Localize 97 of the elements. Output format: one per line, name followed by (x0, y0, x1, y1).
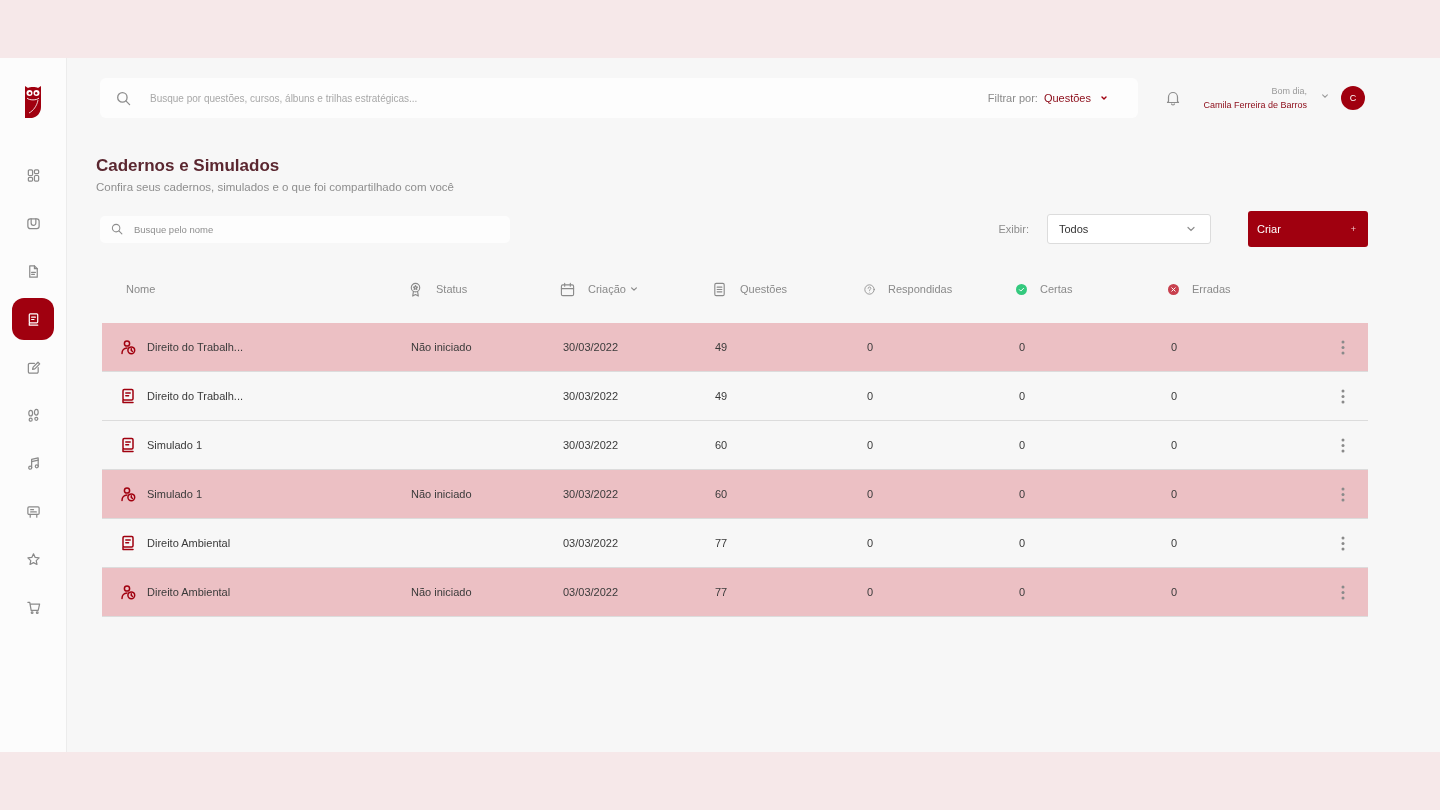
creation-date: 30/03/2022 (563, 439, 619, 451)
correct-count: 0 (1019, 488, 1026, 500)
more-icon[interactable] (1341, 437, 1345, 453)
question-count: 60 (715, 488, 728, 500)
search-icon (116, 90, 131, 106)
creation-date: 30/03/2022 (563, 390, 619, 402)
search-field[interactable]: Busque por questões, cursos, álbuns e trilhas estratégicas... (150, 88, 988, 108)
name-search-bar[interactable]: Busque pelo nome (100, 215, 510, 243)
notebook-name: Direito do Trabalh... (147, 341, 243, 353)
user-name: Camila Ferreira de Barros (1203, 100, 1307, 110)
cart-icon (25, 599, 41, 615)
correct-count: 0 (1019, 341, 1026, 353)
creation-date: 30/03/2022 (563, 341, 619, 353)
creation-date: 03/03/2022 (563, 586, 619, 598)
answered-count: 0 (867, 390, 874, 402)
more-icon[interactable] (1341, 486, 1345, 502)
book-icon (120, 535, 136, 551)
more-icon[interactable] (1341, 584, 1345, 600)
create-button[interactable]: Criar + (1248, 211, 1368, 247)
correct-count: 0 (1019, 537, 1026, 549)
x-circle-icon (1168, 283, 1179, 295)
status-text: Não iniciado (411, 488, 472, 500)
chalkboard-icon (25, 503, 41, 519)
avatar[interactable]: C (1341, 86, 1365, 110)
answered-count: 0 (867, 341, 874, 353)
search-bar[interactable]: Busque por questões, cursos, álbuns e trilhas estratégicas... Filtrar por: Questões (100, 78, 1138, 118)
page-title: Cadernos e Simulados (96, 155, 280, 177)
table-row[interactable]: Direito Ambiental Não iniciado 03/03/2022 77 0 0 0 (102, 568, 1368, 617)
correct-count: 0 (1019, 390, 1026, 402)
status-text: Não iniciado (411, 586, 472, 598)
question-count: 60 (715, 439, 728, 451)
chevron-down-icon (1186, 224, 1196, 234)
music-note-icon (25, 455, 41, 471)
table-row[interactable]: Simulado 1 Não iniciado 30/03/2022 60 0 0 0 (102, 470, 1368, 519)
calendar-icon (560, 281, 575, 297)
column-header: Respondidas (888, 283, 953, 295)
filter-dropdown[interactable]: Questões (1043, 92, 1108, 104)
notebook-name: Simulado 1 (147, 488, 203, 500)
table-row[interactable]: Direito do Trabalh... 30/03/2022 49 0 0 0 (102, 372, 1368, 421)
notebook-name: Direito do Trabalh... (147, 390, 243, 402)
question-count: 49 (715, 390, 728, 402)
page-subtitle: Confira seus cadernos, simulados e o que foi compartilhado com você (96, 180, 454, 195)
wrong-count: 0 (1171, 537, 1178, 549)
wrong-count: 0 (1171, 488, 1178, 500)
status-text: Não iniciado (411, 341, 472, 353)
star-icon (25, 551, 41, 567)
notebook-name: Simulado 1 (147, 439, 203, 451)
name-search-field[interactable]: Busque pelo nome (134, 221, 510, 237)
creation-date: 30/03/2022 (563, 488, 619, 500)
correct-count: 0 (1019, 439, 1026, 451)
notebook-name: Direito Ambiental (147, 537, 231, 549)
user-clock-icon (120, 584, 136, 600)
question-icon (864, 283, 875, 295)
filter-label: Filtrar por: (987, 92, 1038, 104)
answered-count: 0 (867, 537, 874, 549)
question-count: 49 (715, 341, 728, 353)
more-icon[interactable] (1341, 388, 1345, 404)
answered-count: 0 (867, 586, 874, 598)
check-circle-icon (1016, 283, 1027, 295)
award-icon (408, 281, 423, 297)
column-header: Questões (740, 283, 788, 295)
bell-icon[interactable] (1165, 90, 1182, 106)
question-count: 77 (715, 537, 728, 549)
notebook-name: Direito Ambiental (147, 586, 231, 598)
display-label: Exibir: (998, 223, 1029, 235)
caret-down-icon (1100, 94, 1108, 102)
more-icon[interactable] (1341, 535, 1345, 551)
creation-date: 03/03/2022 (563, 537, 619, 549)
edit-icon (25, 359, 41, 375)
dashboard-icon (25, 167, 41, 183)
book-icon (120, 437, 136, 453)
correct-count: 0 (1019, 586, 1026, 598)
column-header: Status (436, 283, 468, 295)
footprints-icon (25, 407, 41, 423)
album-icon (25, 215, 41, 231)
more-icon[interactable] (1341, 339, 1345, 355)
wrong-count: 0 (1171, 390, 1178, 402)
book-icon (120, 388, 136, 404)
answered-count: 0 (867, 488, 874, 500)
wrong-count: 0 (1171, 439, 1178, 451)
column-header: Erradas (1192, 283, 1231, 295)
question-count: 77 (715, 586, 728, 598)
table-row[interactable]: Direito do Trabalh... Não iniciado 30/03/2022 49 0 0 0 (102, 323, 1368, 372)
greeting-text: Bom dia, (1271, 86, 1307, 96)
document-icon (712, 281, 727, 297)
column-header: Nome (126, 283, 156, 295)
display-select[interactable]: Todos (1047, 214, 1211, 244)
user-clock-icon (120, 339, 136, 355)
answered-count: 0 (867, 439, 874, 451)
sidebar-item[interactable] (12, 298, 54, 340)
user-clock-icon (120, 486, 136, 502)
search-icon (111, 223, 123, 235)
chevron-down-icon[interactable] (629, 285, 638, 293)
column-header: Certas (1040, 283, 1073, 295)
chevron-down-icon[interactable] (1321, 92, 1329, 100)
wrong-count: 0 (1171, 341, 1178, 353)
wrong-count: 0 (1171, 586, 1178, 598)
